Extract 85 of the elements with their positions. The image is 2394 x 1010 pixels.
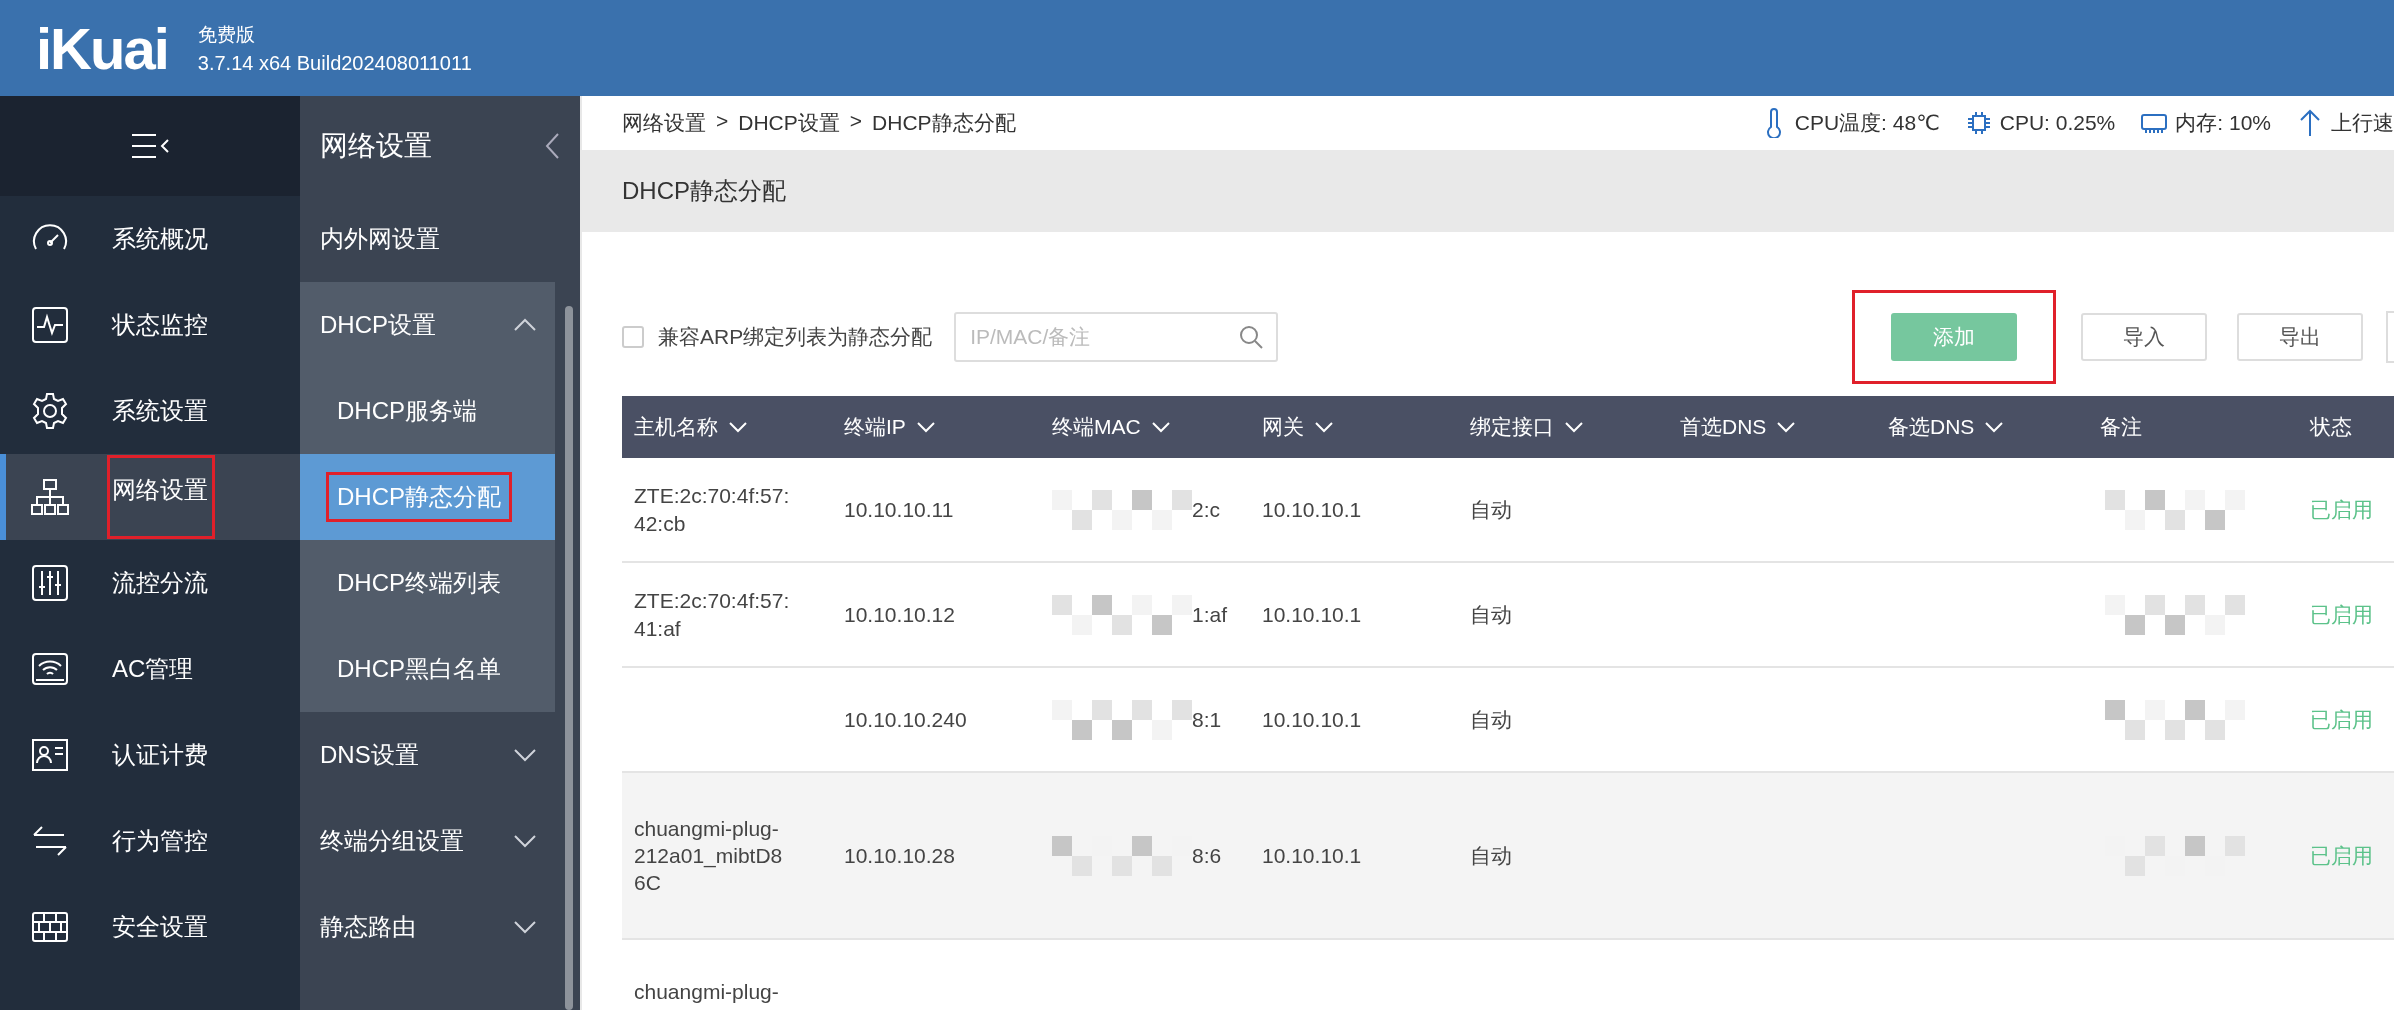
column-header[interactable]: 备选DNS (1888, 413, 1975, 441)
table-cell: 2:c (1192, 497, 1220, 522)
sidebar-item[interactable]: 认证计费 (0, 712, 300, 798)
column-header[interactable]: 主机名称 (634, 413, 718, 441)
column-header[interactable]: 终端IP (844, 413, 906, 441)
table-cell-text: 自动 (1470, 601, 1512, 628)
status-reading: CPU: 0.25% (1999, 111, 2116, 135)
sidebar-item[interactable]: 状态监控 (0, 282, 300, 368)
table-cell: 10.10.10.1 (1262, 497, 1362, 522)
highlighted-row[interactable]: chuangmi-plug-212a01_mibtD86C 10.10.10.28 8:6 10.10.10.1 自动 已启用 (622, 773, 2394, 940)
breadcrumb-separator: > (849, 109, 863, 134)
caret-down-icon[interactable] (1776, 421, 1797, 433)
status-reading: 上行速 (2331, 110, 2394, 136)
table-cell-text: chuangmi-plug- (634, 978, 780, 1005)
breadcrumb-separator: > (716, 109, 729, 134)
table-cell: 10.10.10.1 (1262, 602, 1362, 627)
caret-down-icon[interactable] (915, 421, 936, 433)
table-cell: 8:6 (1192, 843, 1222, 868)
sidebar-item[interactable]: 系统设置 (0, 368, 300, 454)
version-label: 3.7.14 x64 Build202408011011 (197, 51, 472, 75)
status-text: 已启用 (2310, 842, 2373, 869)
scrollbar[interactable] (565, 306, 573, 1010)
status-reading: 内存: 10% (2175, 110, 2271, 136)
toolbar-button[interactable]: 导出 (2237, 313, 2363, 361)
search-icon[interactable] (1238, 324, 1265, 350)
table-row[interactable]: ZTE:2c:70:4f:57:42:cb 10.10.10.11 2:c 10.10.10.1 自动 已启用 (622, 458, 2394, 563)
status-text: 已启用 (2310, 706, 2373, 733)
submenu-item[interactable]: 静态路由 (300, 884, 555, 970)
sitemap-icon (30, 477, 70, 517)
caret-down-icon[interactable] (728, 421, 748, 433)
page-title: DHCP静态分配 (622, 176, 786, 206)
gear-icon (30, 391, 70, 431)
sidebar-item[interactable]: 网络设置 (0, 454, 300, 540)
table-cell-text: ZTE:2c:70:4f:57:41:af (634, 588, 791, 642)
sidebar-item[interactable]: 安全设置 (0, 884, 300, 970)
chevron-left-icon[interactable] (544, 132, 560, 160)
sidebar-item[interactable]: 系统概况 (0, 196, 300, 282)
column-header[interactable]: 备注 (2100, 413, 2142, 441)
table-cell-text: 自动 (1470, 842, 1512, 869)
breadcrumb-link[interactable]: DHCP静态分配 (872, 109, 1016, 137)
status-text: 已启用 (2310, 496, 2373, 523)
table-cell: 1:af (1192, 602, 1228, 627)
caret-down-icon[interactable] (1150, 421, 1171, 433)
column-header[interactable]: 网关 (1262, 413, 1304, 441)
submenu-item[interactable]: DHCP设置 (300, 282, 555, 368)
table-cell-text: chuangmi-plug-212a01_mibtD86C (634, 815, 784, 897)
column-header[interactable]: 状态 (2310, 413, 2352, 441)
toolbar-button[interactable]: 导入 (2081, 313, 2207, 361)
table-row[interactable]: chuangmi-plug- (622, 940, 2394, 1010)
edition-label: 免费版 (197, 22, 256, 47)
sliders-icon (30, 563, 70, 603)
table-cell-text: ZTE:2c:70:4f:57:42:cb (634, 483, 791, 537)
search-field[interactable]: IP/MAC/备注 (954, 312, 1279, 362)
sidebar-item[interactable]: 流控分流 (0, 540, 300, 626)
checkbox[interactable] (622, 326, 644, 348)
table-cell-text: 自动 (1470, 706, 1512, 733)
logo: iKuai (36, 14, 168, 82)
menu-collapse-icon[interactable] (130, 132, 170, 160)
breadcrumb-link[interactable]: DHCP设置 (738, 109, 840, 137)
caret-down-icon[interactable] (1564, 421, 1584, 433)
submenu-item[interactable]: 终端分组设置 (300, 798, 555, 884)
column-header[interactable]: 首选DNS (1680, 413, 1767, 441)
column-header[interactable]: 绑定接口 (1470, 413, 1554, 441)
caret-down-icon[interactable] (1314, 421, 1334, 433)
sidebar-item[interactable]: AC管理 (0, 626, 300, 712)
checkbox-label[interactable]: 兼容ARP绑定列表为静态分配 (658, 323, 933, 351)
status-text: 已启用 (2310, 601, 2373, 628)
table-row[interactable]: ZTE:2c:70:4f:57:41:af 10.10.10.12 1:af 10.10.10.1 自动 已启用 (622, 563, 2394, 668)
submenu-item[interactable]: 内外网设置 (300, 196, 555, 282)
submenu-item[interactable]: DNS设置 (300, 712, 555, 798)
table-cell: 10.10.10.240 (844, 707, 967, 732)
breadcrumb-link[interactable]: 网络设置 (622, 109, 706, 137)
status-reading: CPU温度: 48℃ (1794, 110, 1940, 136)
table-cell: 10.10.10.1 (1262, 707, 1362, 732)
column-header[interactable]: 终端MAC (1052, 413, 1141, 441)
table-cell: 8:1 (1192, 707, 1222, 732)
caret-down-icon[interactable] (1984, 421, 2005, 433)
table-cell: 10.10.10.1 (1262, 843, 1362, 868)
table-cell-text: 自动 (1470, 496, 1512, 523)
submenu-title: 网络设置 (320, 129, 432, 163)
pulse-icon (30, 305, 70, 345)
table-cell: 10.10.10.11 (844, 497, 954, 522)
table-cell: 10.10.10.12 (844, 602, 955, 627)
sidebar-item[interactable]: 行为管控 (0, 798, 300, 884)
table-cell: 10.10.10.28 (844, 843, 955, 868)
